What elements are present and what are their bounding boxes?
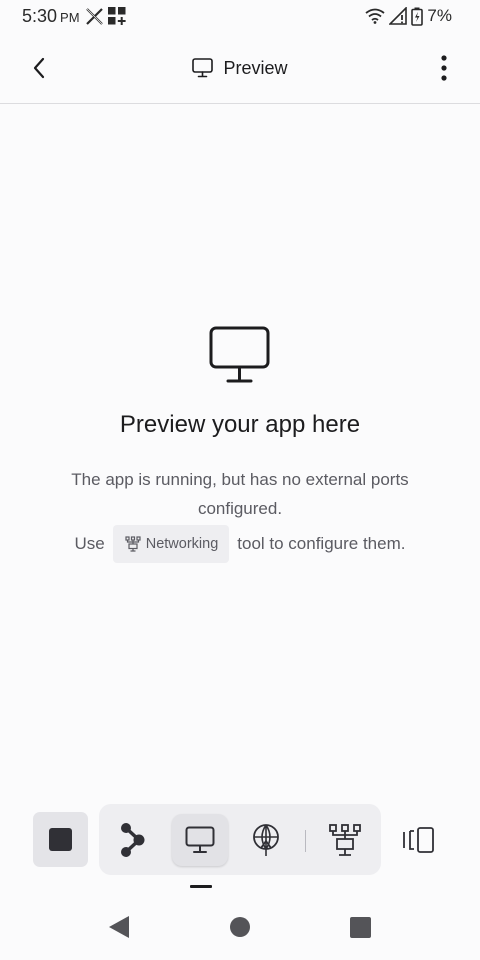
- deploy-tool-button[interactable]: [238, 814, 294, 866]
- battery-icon: [411, 7, 424, 26]
- tool-tray: [99, 804, 381, 875]
- stop-button[interactable]: [33, 812, 88, 867]
- status-time-value: 5:30: [22, 6, 58, 26]
- empty-state-title: Preview your app here: [119, 411, 361, 438]
- app-bar: Preview: [0, 34, 480, 104]
- status-bar: 5:30 PM 7%: [0, 0, 480, 34]
- empty-state-instruction: Use Networking tool to configure them.: [0, 525, 480, 563]
- preview-tool-button[interactable]: [172, 814, 228, 866]
- chevron-left-icon: [33, 57, 45, 79]
- signal-icon: [389, 7, 408, 25]
- monitor-icon: [192, 58, 214, 78]
- battery-percentage: 7%: [427, 6, 452, 25]
- instruction-prefix: Use: [74, 534, 105, 553]
- deploy-icon: [253, 824, 279, 856]
- more-vertical-icon: [441, 55, 447, 81]
- page-title-text: Preview: [223, 57, 288, 78]
- empty-state-description: The app is running, but has no external …: [71, 470, 409, 518]
- active-tool-indicator: [190, 885, 212, 888]
- split-layout-button[interactable]: [398, 822, 440, 858]
- nav-back-icon[interactable]: [108, 915, 130, 939]
- networking-tool-button[interactable]: [317, 814, 373, 866]
- stop-icon: [49, 828, 72, 851]
- system-nav-bar: [0, 900, 480, 960]
- status-notification-icons: [86, 6, 127, 26]
- wifi-icon: [365, 8, 385, 24]
- status-time: 5:30 PM: [22, 6, 80, 27]
- workflow-icon: [121, 823, 145, 857]
- tray-divider: [305, 830, 306, 852]
- page-title: Preview: [0, 34, 480, 102]
- networking-tool-label: Networking: [145, 536, 219, 552]
- instruction-suffix: tool to configure them.: [237, 534, 406, 553]
- preview-empty-state: Preview your app here The app is running…: [0, 326, 480, 563]
- networking-icon: [125, 536, 141, 552]
- apps-grid-icon: [108, 7, 126, 25]
- status-time-ampm: PM: [60, 10, 80, 25]
- networking-tool-chip[interactable]: Networking: [112, 525, 230, 563]
- status-system-icons: 7%: [365, 6, 452, 26]
- networking-icon: [329, 824, 361, 856]
- x-logo-icon: [86, 7, 103, 25]
- monitor-icon: [185, 826, 215, 853]
- split-layout-icon: [403, 827, 434, 853]
- back-button[interactable]: [22, 51, 56, 85]
- workflow-tool-button[interactable]: [105, 814, 161, 866]
- nav-recents-icon[interactable]: [350, 917, 371, 938]
- more-options-button[interactable]: [432, 51, 456, 85]
- nav-home-icon[interactable]: [230, 917, 250, 937]
- monitor-icon: [209, 326, 270, 383]
